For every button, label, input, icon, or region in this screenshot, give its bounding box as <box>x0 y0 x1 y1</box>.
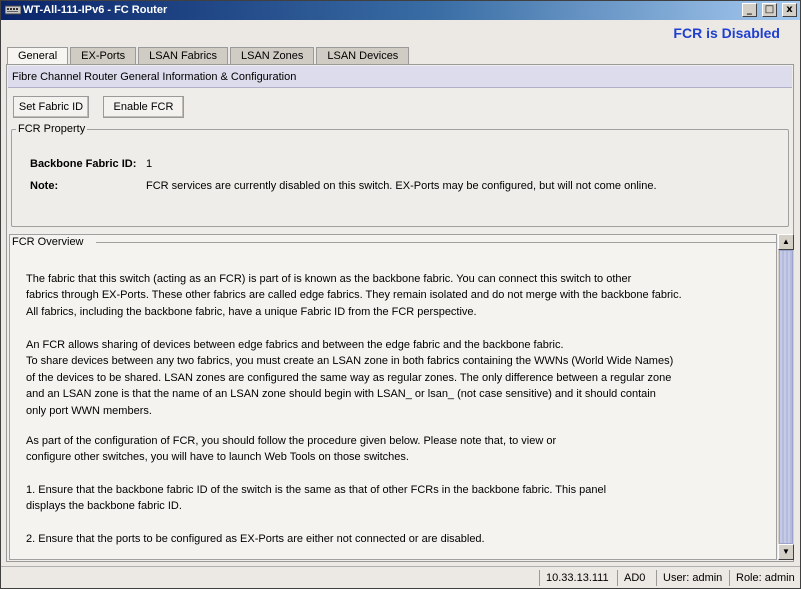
overview-paragraph: 1. Ensure that the backbone fabric ID of… <box>26 482 770 515</box>
switch-app-icon <box>5 5 21 15</box>
overview-line: of the devices to be shared. LSAN zones … <box>26 371 672 384</box>
overview-line: All fabrics, including the backbone fabr… <box>26 305 477 318</box>
overview-paragraph: An FCR allows sharing of devices between… <box>26 337 770 419</box>
overview-line: 2. Ensure that the ports to be configure… <box>26 533 485 545</box>
set-fabric-id-button[interactable]: Set Fabric ID <box>13 96 89 118</box>
minimize-button[interactable]: _ <box>741 3 757 17</box>
backbone-fabric-id-label: Backbone Fabric ID: <box>30 158 137 170</box>
status-user: User: admin <box>656 570 728 586</box>
overview-line: An FCR allows sharing of devices between… <box>26 339 564 351</box>
scroll-thumb[interactable] <box>779 250 793 544</box>
window-controls: _ □ x <box>740 3 797 18</box>
status-admin-domain: AD0 <box>617 570 655 586</box>
overview-line: As part of the configuration of FCR, you… <box>26 435 557 447</box>
close-button[interactable]: x <box>782 3 797 17</box>
status-ip-address: 10.33.13.111 <box>539 570 616 586</box>
overview-line: configure other switches, you will have … <box>26 451 409 464</box>
overview-line: displays the backbone fabric ID. <box>26 500 182 513</box>
status-bar: 10.33.13.111 AD0 User: admin Role: admin <box>1 566 800 588</box>
overview-line: only port WWN members. <box>26 404 152 417</box>
scroll-up-arrow-icon[interactable]: ▲ <box>778 234 794 250</box>
panel-header: Fibre Channel Router General Information… <box>8 66 792 88</box>
overview-paragraph: The fabric that this switch (acting as a… <box>26 271 770 320</box>
overview-paragraph: 2. Ensure that the ports to be configure… <box>26 531 770 547</box>
fcr-property-group: FCR Property Backbone Fabric ID: 1 Note:… <box>11 123 789 227</box>
overview-line: The fabric that this switch (acting as a… <box>26 273 632 285</box>
fcr-overview-title: FCR Overview <box>12 236 84 248</box>
overview-scrollbar[interactable]: ▲ ▼ <box>778 234 794 560</box>
maximize-button[interactable]: □ <box>761 3 777 17</box>
overview-line: To share devices between any two fabrics… <box>26 355 674 368</box>
title-bar[interactable]: WT-All-111-IPv6 - FC Router _ □ x <box>1 1 800 20</box>
overview-line: fabrics through EX-Ports. These other fa… <box>26 289 682 302</box>
scroll-down-arrow-icon[interactable]: ▼ <box>778 544 794 560</box>
fcr-overview-pane[interactable]: FCR Overview The fabric that this switch… <box>9 234 777 560</box>
overview-line: 1. Ensure that the backbone fabric ID of… <box>26 484 607 496</box>
tab-lsan-fabrics[interactable]: LSAN Fabrics <box>138 47 229 64</box>
tab-bar: General EX-Ports LSAN Fabrics LSAN Zones… <box>7 47 411 65</box>
general-tab-panel: Fibre Channel Router General Information… <box>6 64 794 562</box>
backbone-fabric-id-value: 1 <box>146 158 153 170</box>
status-role: Role: admin <box>729 570 799 586</box>
fcr-status-banner: FCR is Disabled <box>673 25 780 41</box>
tab-lsan-zones[interactable]: LSAN Zones <box>230 47 315 64</box>
enable-fcr-button[interactable]: Enable FCR <box>103 96 184 118</box>
window-title: WT-All-111-IPv6 - FC Router <box>23 4 168 16</box>
overview-line: and an LSAN zone is that the name of an … <box>26 388 656 401</box>
fcr-property-title: FCR Property <box>16 123 88 135</box>
tab-general[interactable]: General <box>7 47 69 65</box>
overview-paragraph: As part of the configuration of FCR, you… <box>26 433 770 466</box>
fc-router-window: WT-All-111-IPv6 - FC Router _ □ x FCR is… <box>0 0 801 589</box>
note-label: Note: <box>30 180 59 192</box>
tab-ex-ports[interactable]: EX-Ports <box>70 47 137 64</box>
note-value: FCR services are currently disabled on t… <box>146 180 657 192</box>
tab-lsan-devices[interactable]: LSAN Devices <box>316 47 410 64</box>
overview-divider <box>96 242 776 243</box>
